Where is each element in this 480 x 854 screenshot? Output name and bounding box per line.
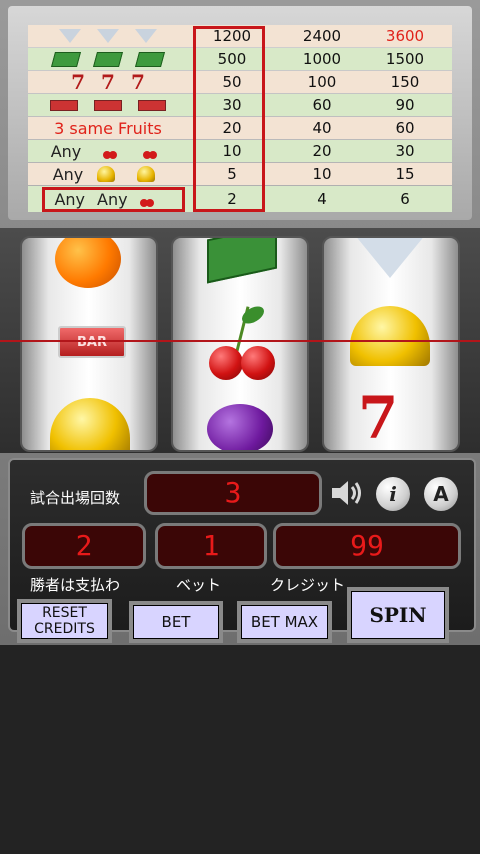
- cash-icon: [92, 51, 124, 67]
- fruits-label: 3 same Fruits: [54, 118, 162, 138]
- bell-icon: [350, 306, 430, 366]
- pay-3-coin: 60: [395, 119, 415, 137]
- diamond-icon: [135, 29, 157, 43]
- bet-display: 1: [155, 523, 267, 569]
- cash-icon: [134, 51, 166, 67]
- current-win-row-highlight: [42, 187, 185, 212]
- cherries-icon: [203, 302, 283, 386]
- games-played-display: 3: [144, 471, 322, 515]
- bar-icon: [50, 99, 78, 111]
- info-icon[interactable]: i: [376, 477, 410, 511]
- current-bet-column-highlight: [193, 26, 265, 212]
- pay-3-coin: 90: [395, 96, 415, 114]
- cherry-icon: [143, 143, 158, 159]
- bell-icon: [97, 166, 116, 182]
- bet-max-button[interactable]: BET MAX: [237, 601, 332, 643]
- pay-3-coin: 3600: [385, 27, 425, 45]
- any-label: Any: [52, 164, 84, 184]
- pay-2-coin: 1000: [302, 50, 342, 68]
- bet-label: ベット: [176, 576, 222, 594]
- pay-2-coin: 2400: [302, 27, 342, 45]
- bar-icon: [94, 99, 122, 111]
- paytable-symbols: Any: [28, 140, 188, 162]
- seven-icon: 7: [71, 70, 86, 94]
- diamond-icon: [354, 238, 426, 278]
- pay-2-coin: 10: [312, 165, 332, 183]
- reel-2: [171, 236, 309, 452]
- pay-3-coin: 15: [395, 165, 415, 183]
- pay-3-coin: 150: [390, 73, 420, 91]
- plum-icon: [207, 404, 273, 450]
- pay-2-coin: 40: [312, 119, 332, 137]
- any-label: Any: [50, 141, 82, 161]
- credit-display: 99: [273, 523, 461, 569]
- pay-2-coin: 4: [317, 190, 327, 208]
- reset-credits-line2: CREDITS: [34, 621, 95, 637]
- cherry-icon: [103, 143, 118, 159]
- paytable-symbols: [28, 25, 188, 47]
- bell-icon: [50, 398, 130, 450]
- reel-1: BAR: [20, 236, 158, 452]
- spin-button[interactable]: SPIN: [347, 587, 449, 643]
- bar-icon: BAR: [58, 326, 126, 358]
- cash-icon: [207, 238, 277, 284]
- paytable-symbols: 3 same Fruits: [28, 117, 188, 139]
- pay-2-coin: 60: [312, 96, 332, 114]
- pay-3-coin: 6: [400, 190, 410, 208]
- pay-3-coin: 30: [395, 142, 415, 160]
- credit-label: クレジット: [270, 576, 346, 594]
- orange-icon: [55, 238, 121, 288]
- cash-icon: [50, 51, 82, 67]
- reset-credits-button[interactable]: RESET CREDITS: [17, 599, 112, 643]
- seven-icon: 7: [101, 70, 115, 94]
- paytable-symbols: [28, 94, 188, 116]
- bet-button[interactable]: BET: [129, 601, 223, 643]
- paytable-symbols: 7 7 7: [28, 71, 188, 93]
- paytable-symbols: [28, 48, 188, 70]
- seven-icon: 7: [358, 384, 399, 452]
- pay-3-coin: 1500: [385, 50, 425, 68]
- diamond-icon: [59, 29, 81, 43]
- reset-credits-line1: RESET: [42, 605, 87, 621]
- font-size-icon[interactable]: A: [424, 477, 458, 511]
- speaker-icon[interactable]: [330, 478, 364, 508]
- paytable-symbols: Any: [28, 163, 188, 185]
- winner-paid-label: 勝者は支払わ: [30, 576, 121, 594]
- payline: [0, 340, 480, 342]
- seven-icon: 7: [130, 70, 145, 94]
- games-played-label: 試合出場回数: [30, 489, 121, 507]
- bell-icon: [137, 166, 156, 182]
- diamond-icon: [97, 29, 119, 43]
- cherry: [241, 346, 275, 380]
- reel-3: 7: [322, 236, 460, 452]
- bar-text: BAR: [77, 334, 107, 350]
- bar-icon: [138, 99, 166, 111]
- pay-2-coin: 20: [312, 142, 332, 160]
- cherry: [209, 346, 243, 380]
- pay-2-coin: 100: [307, 73, 337, 91]
- winner-paid-display: 2: [22, 523, 146, 569]
